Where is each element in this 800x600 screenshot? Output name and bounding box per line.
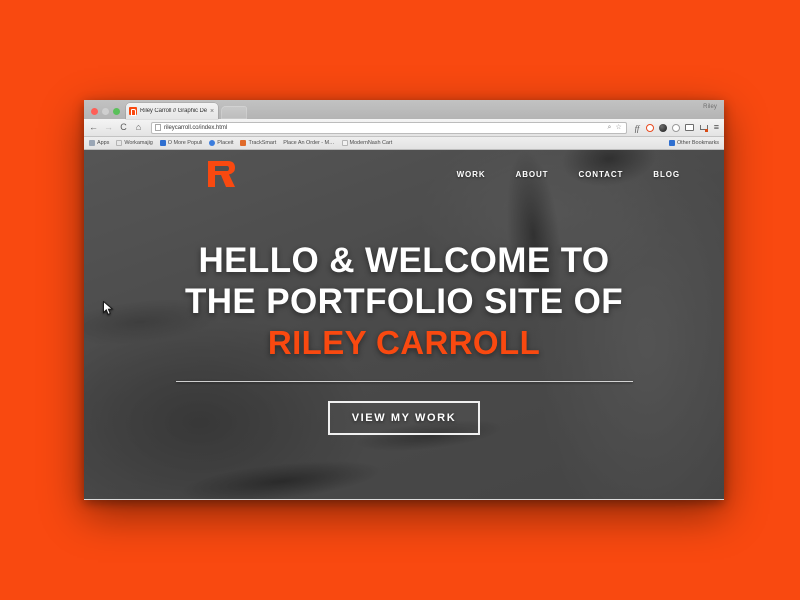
tracksmart-icon	[240, 140, 247, 146]
nav-link-about[interactable]: ABOUT	[516, 170, 549, 179]
reload-icon[interactable]: C	[119, 123, 128, 132]
window-extension-icon[interactable]	[684, 124, 694, 131]
other-bookmarks-label: Other Bookmarks	[676, 140, 719, 146]
nav-link-work[interactable]: WORK	[457, 170, 486, 179]
site-favicon	[129, 107, 137, 116]
minimize-window-button[interactable]	[102, 108, 109, 115]
forward-icon[interactable]: →	[104, 123, 113, 132]
hero-headline-line2: THE PORTFOLIO SITE OF	[184, 282, 624, 321]
close-icon[interactable]: ×	[210, 108, 214, 115]
maximize-window-button[interactable]	[113, 108, 120, 115]
bookmark-apps[interactable]: Apps	[89, 140, 109, 146]
placeit-icon	[209, 140, 216, 146]
hero-section: HELLO & WELCOME TO THE PORTFOLIO SITE OF…	[84, 198, 724, 435]
bookmarks-bar: Apps Workamajig O More Populi Placeit Tr…	[84, 137, 724, 150]
apps-icon	[89, 140, 95, 146]
tab-strip: Riley Carroll // Graphic De × Riley	[84, 100, 724, 119]
page-viewport: WORK ABOUT CONTACT BLOG HELLO & WELCOME …	[84, 150, 724, 499]
browser-toolbar: ← → C ⌂ rileycarroll.co/index.html ⌕ ☆ f…	[84, 119, 724, 137]
modernnash-icon	[341, 140, 348, 146]
site-menu: WORK ABOUT CONTACT BLOG	[457, 170, 680, 179]
bookmark-place-an-order[interactable]: Place An Order - M…	[283, 140, 334, 146]
bookmark-label: ModernNash Cart	[349, 140, 393, 146]
nav-link-blog[interactable]: BLOG	[653, 170, 680, 179]
url-text: rileycarroll.co/index.html	[164, 124, 228, 131]
hero-headline-name: RILEY CARROLL	[267, 324, 541, 361]
bookmark-label: O More Populi	[167, 140, 203, 146]
bookmark-label: Place An Order - M…	[283, 140, 335, 146]
bookmark-label: TrackSmart	[248, 140, 277, 146]
bookmark-star-icon[interactable]: ☆	[615, 124, 621, 131]
bookmark-label: Apps	[97, 140, 110, 146]
riley-carroll-r-logo[interactable]	[204, 159, 238, 189]
address-bar[interactable]: rileycarroll.co/index.html ⌕ ☆	[151, 121, 627, 134]
window-controls	[84, 108, 126, 119]
browser-window: Riley Carroll // Graphic De × Riley ← → …	[84, 100, 724, 500]
new-tab-button[interactable]	[221, 106, 248, 119]
dark-circle-extension-icon[interactable]	[658, 123, 667, 132]
home-icon[interactable]: ⌂	[134, 123, 143, 132]
bookmark-workamajig[interactable]: Workamajig	[116, 140, 153, 146]
hero-divider	[175, 381, 633, 382]
font-extension-icon[interactable]: ff	[635, 124, 641, 133]
extension-icons: ff	[635, 123, 708, 133]
bookmark-o-more-populi[interactable]: O More Populi	[159, 140, 203, 146]
view-my-work-button[interactable]: VIEW MY WORK	[327, 401, 481, 435]
bookmark-tracksmart[interactable]: TrackSmart	[240, 140, 276, 146]
bookmark-modernnash-cart[interactable]: ModernNash Cart	[341, 140, 393, 146]
cart-extension-icon[interactable]	[699, 124, 708, 132]
site-navigation: WORK ABOUT CONTACT BLOG	[84, 150, 724, 198]
bookmark-label: Workamajig	[124, 140, 153, 146]
gray-circle-extension-icon[interactable]	[671, 123, 680, 132]
close-window-button[interactable]	[91, 108, 98, 115]
other-bookmarks-button[interactable]: Other Bookmarks	[668, 140, 719, 146]
ring-extension-icon[interactable]	[645, 123, 654, 132]
folder-icon	[668, 140, 675, 146]
back-icon[interactable]: ←	[89, 123, 98, 132]
nav-link-contact[interactable]: CONTACT	[578, 170, 623, 179]
populi-icon	[159, 140, 166, 146]
bookmark-placeit[interactable]: Placeit	[209, 140, 234, 146]
page-info-icon	[155, 124, 161, 131]
hamburger-menu-icon[interactable]: ≡	[714, 123, 719, 132]
tab-title: Riley Carroll // Graphic De	[140, 108, 207, 114]
search-icon[interactable]: ⌕	[608, 124, 612, 131]
browser-tab[interactable]: Riley Carroll // Graphic De ×	[126, 103, 219, 119]
bookmark-label: Placeit	[217, 140, 234, 146]
hero-headline-line1: HELLO & WELCOME TO	[198, 241, 610, 280]
workamajig-icon	[116, 140, 123, 146]
profile-name[interactable]: Riley	[703, 104, 717, 110]
